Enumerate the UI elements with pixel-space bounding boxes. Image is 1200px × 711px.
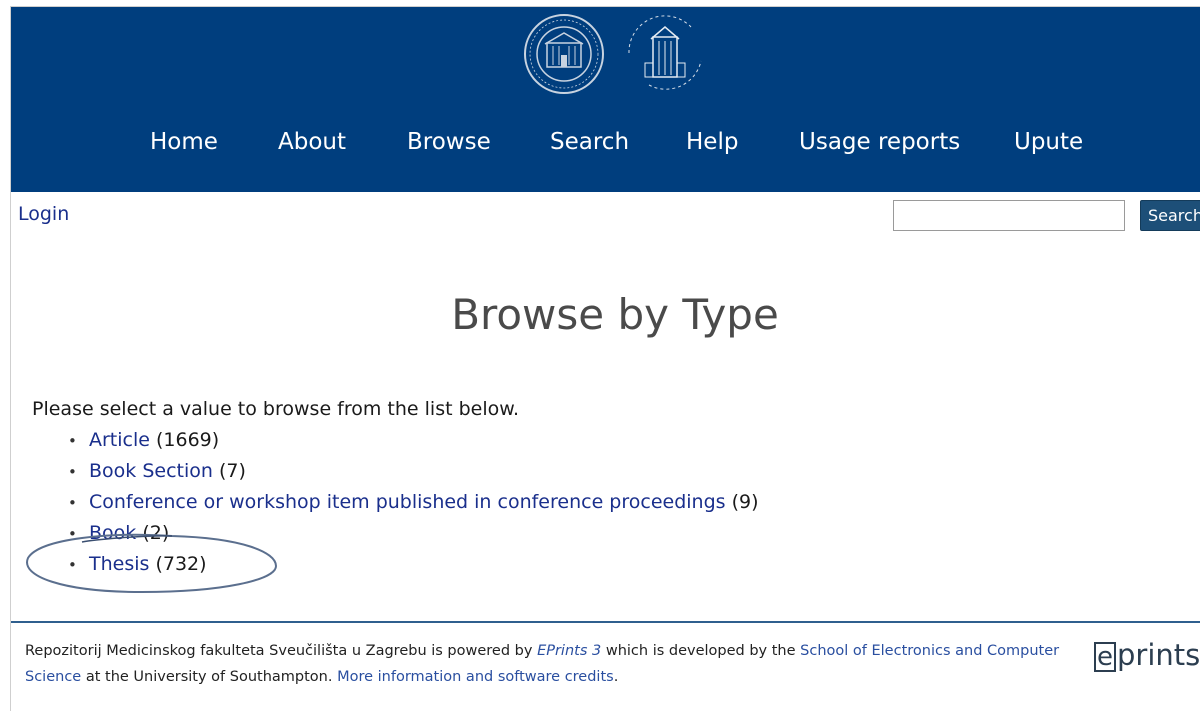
footer-text-part: which is developed by the <box>601 643 801 659</box>
type-link-conference[interactable]: Conference or workshop item published in… <box>89 491 726 513</box>
eprints-logo-text: prints <box>1117 638 1200 672</box>
eprints-link[interactable]: EPrints 3 <box>537 643 601 659</box>
page-title: Browse by Type <box>451 290 779 339</box>
eprints-e-icon: e <box>1094 642 1116 672</box>
nav-help[interactable]: Help <box>686 129 738 155</box>
footer-divider <box>11 621 1200 623</box>
highlight-ellipse-annotation <box>26 533 278 594</box>
type-count: (1669) <box>156 429 220 451</box>
browse-intro-text: Please select a value to browse from the… <box>32 398 520 420</box>
site-header: Home About Browse Search Help Usage repo… <box>11 7 1200 192</box>
list-item-conference: • Conference or workshop item published i… <box>64 489 759 520</box>
bullet-icon: • <box>68 494 77 512</box>
login-link[interactable]: Login <box>18 203 69 225</box>
nav-about[interactable]: About <box>278 129 346 155</box>
footer-credits: Repozitorij Medicinskog fakulteta Sveuči… <box>25 638 1085 690</box>
type-count: (9) <box>731 491 759 513</box>
nav-upute[interactable]: Upute <box>1014 129 1083 155</box>
footer-text-part: at the University of Southampton. <box>81 669 338 685</box>
list-item-article: • Article (1669) <box>64 427 759 458</box>
footer-text-part: Repozitorij Medicinskog fakulteta Sveuči… <box>25 643 538 659</box>
search-button[interactable]: Search <box>1140 200 1200 231</box>
type-link-article[interactable]: Article <box>89 429 150 451</box>
bullet-icon: • <box>68 432 77 450</box>
bullet-icon: • <box>68 463 77 481</box>
eprints-logo[interactable]: e prints <box>1094 638 1200 672</box>
footer-text-part: . <box>613 669 619 685</box>
nav-browse[interactable]: Browse <box>407 129 491 155</box>
nav-usage-reports[interactable]: Usage reports <box>799 129 960 155</box>
credits-link[interactable]: More information and software credits <box>337 669 614 685</box>
type-link-book-section[interactable]: Book Section <box>89 460 213 482</box>
main-nav: Home About Browse Search Help Usage repo… <box>11 7 1200 192</box>
nav-home[interactable]: Home <box>150 129 218 155</box>
type-count: (7) <box>218 460 246 482</box>
search-input[interactable] <box>893 200 1125 231</box>
list-item-book-section: • Book Section (7) <box>64 458 759 489</box>
nav-search[interactable]: Search <box>550 129 629 155</box>
